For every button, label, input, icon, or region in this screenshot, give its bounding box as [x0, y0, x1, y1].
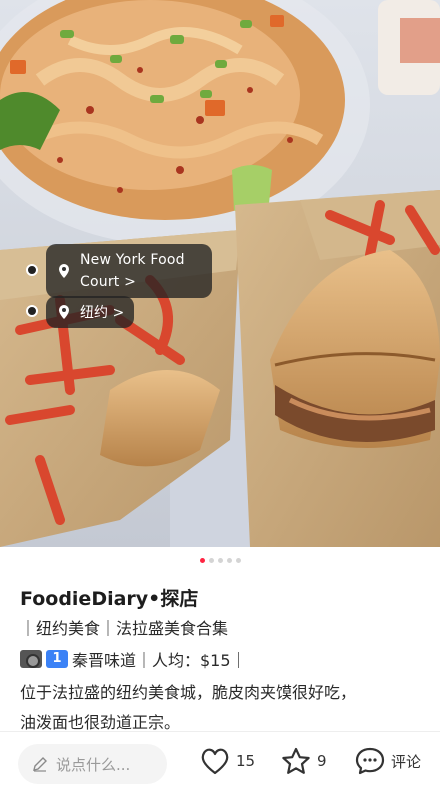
- like-count: 15: [236, 752, 256, 770]
- pager-dot[interactable]: [217, 558, 223, 563]
- location-tag-food-court[interactable]: New York Food Court >: [46, 244, 212, 298]
- heart-icon: [201, 748, 229, 775]
- pencil-icon: [33, 757, 47, 772]
- comment-input[interactable]: 说点什么...: [18, 744, 167, 784]
- image-pager: [0, 558, 440, 563]
- post-text-line: ｜纽约美食｜法拉盛美食合集: [20, 619, 229, 638]
- collect-count: 9: [317, 752, 327, 770]
- post-photo[interactable]: New York Food Court > 纽约 >: [0, 0, 440, 547]
- post-title: FoodieDiary•探店: [20, 588, 199, 610]
- pager-dot[interactable]: [235, 558, 241, 563]
- comment-label: 评论: [391, 752, 422, 771]
- post-text-line: 位于法拉盛的纽约美食城，脆皮肉夹馍很好吃，: [20, 683, 357, 702]
- post-text-line: 1 秦晋味道｜人均：$15｜: [20, 647, 247, 671]
- comment-placeholder: 说点什么...: [56, 755, 131, 774]
- like-button[interactable]: 15: [200, 747, 255, 775]
- location-tag-new-york[interactable]: 纽约 >: [46, 296, 135, 328]
- pager-dot[interactable]: [226, 558, 232, 563]
- keycap-one-icon: 1: [46, 650, 68, 668]
- location-tag-label: 纽约 >: [80, 305, 125, 321]
- camera-icon: [20, 650, 42, 668]
- comment-bubble-icon: [355, 747, 385, 775]
- location-pin-icon: [59, 264, 69, 278]
- tag-anchor-dot: [26, 264, 38, 276]
- tag-anchor-dot: [26, 305, 38, 317]
- star-icon: [282, 747, 310, 774]
- post-text-line: 油泼面也很劲道正宗。: [20, 713, 181, 732]
- pager-dot[interactable]: [199, 558, 205, 563]
- comment-button[interactable]: 评论: [355, 747, 421, 775]
- post-text-segment: 秦晋味道｜人均：$15｜: [72, 651, 247, 670]
- location-tag-label: New York Food Court >: [80, 252, 185, 290]
- pager-dot[interactable]: [208, 558, 214, 563]
- collect-button[interactable]: 9: [281, 747, 327, 775]
- location-pin-icon: [59, 305, 69, 319]
- bottom-action-bar: 说点什么... 15 9 评论: [0, 731, 440, 802]
